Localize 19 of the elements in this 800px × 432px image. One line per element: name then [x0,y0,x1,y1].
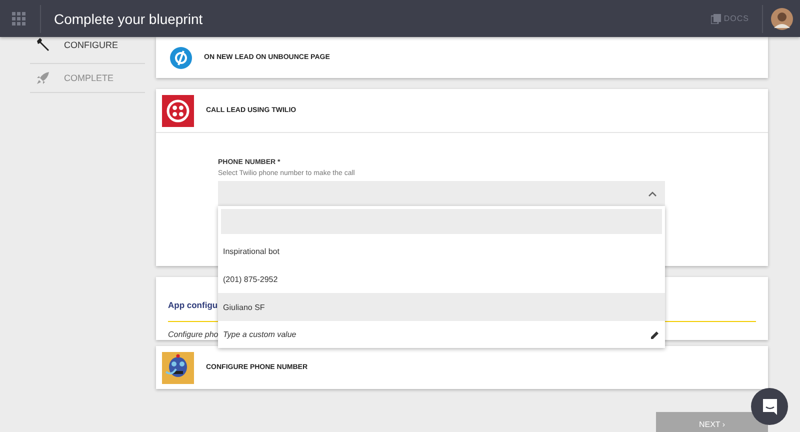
pencil-icon [651,330,659,338]
section-title: App configu [168,300,218,310]
avatar[interactable] [771,8,793,30]
dropdown-option[interactable]: Giuliano SF [218,293,665,321]
docs-icon [710,14,721,24]
chat-icon [760,398,778,416]
page-title: Complete your blueprint [54,10,203,26]
chat-button[interactable] [751,388,788,425]
twilio-logo-icon [162,94,194,126]
custom-value-option[interactable]: Type a custom value [218,321,665,348]
dropdown-option[interactable]: Inspirational bot [218,237,665,265]
dropdown-option[interactable]: (201) 875-2952 [218,265,665,293]
rocket-icon [36,71,50,85]
apps-grid-icon[interactable] [12,12,26,26]
caret-icon [648,190,657,196]
section-description: Configure pho [168,330,218,339]
sidebar-item[interactable]: CONFIGURE [30,35,145,64]
robot-logo-icon [162,352,194,384]
unbounce-logo-icon [170,46,192,68]
